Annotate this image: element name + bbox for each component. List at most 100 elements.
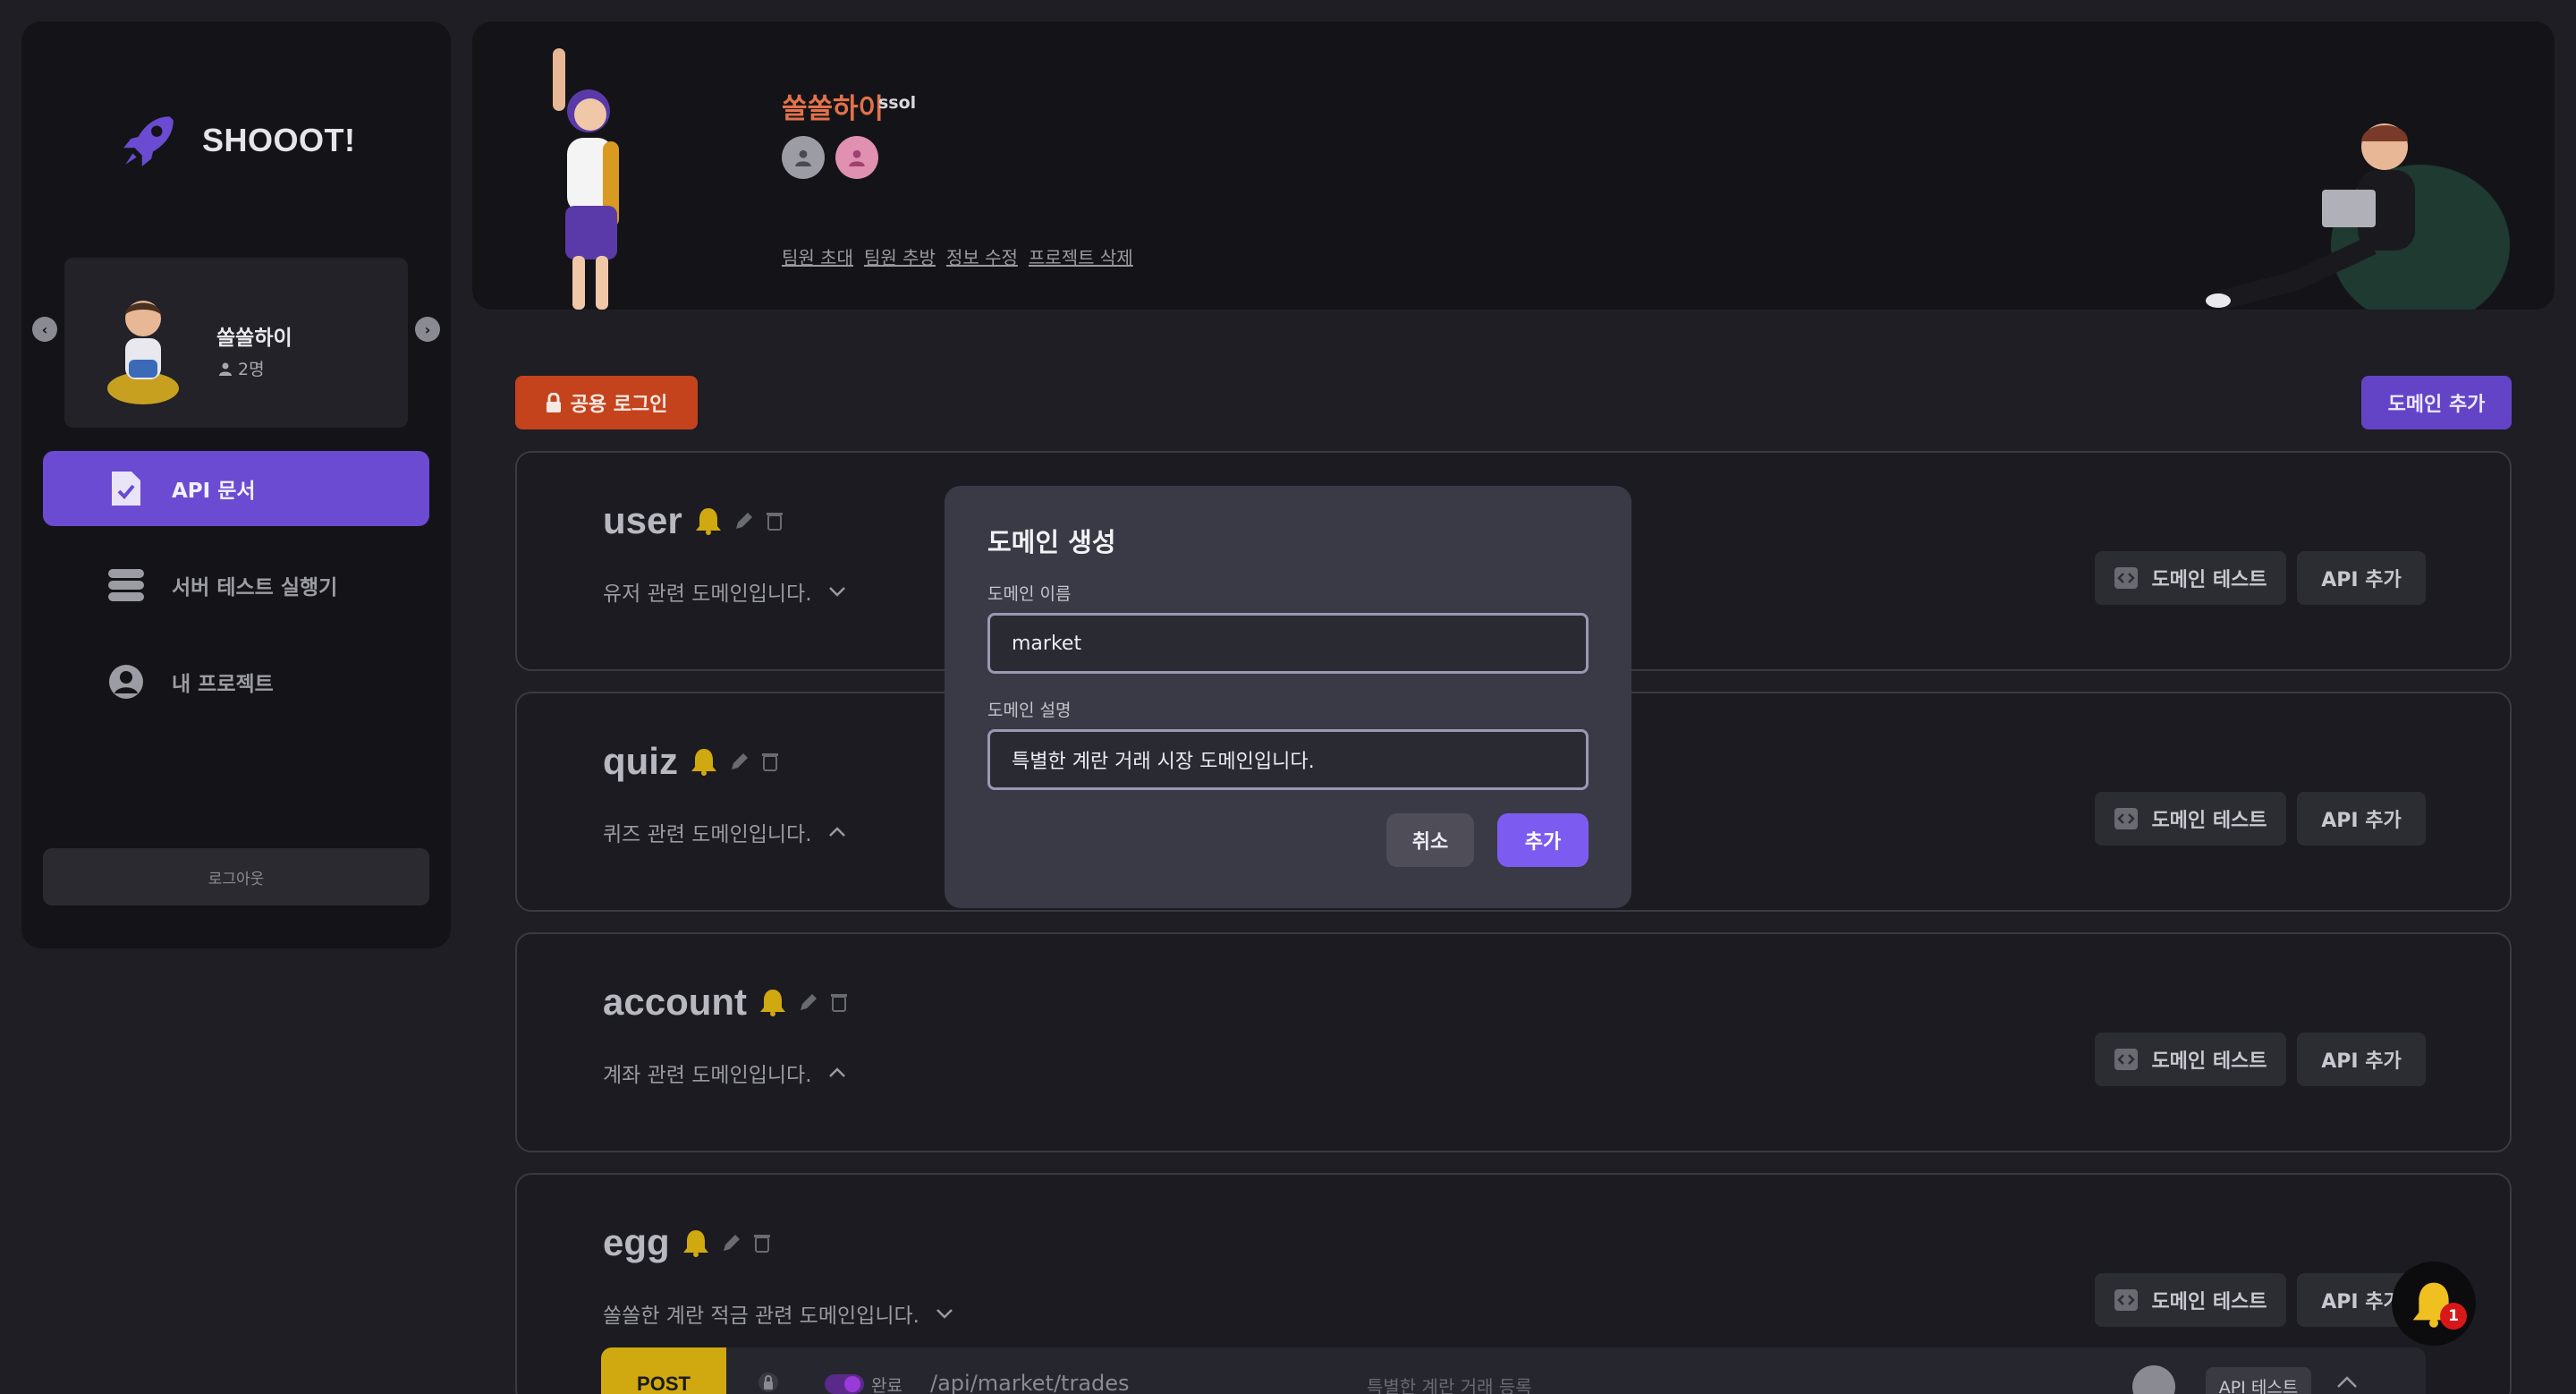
app-logo[interactable]: SHOOOT!: [120, 111, 356, 170]
lock-icon: [758, 1373, 778, 1392]
team-next-button[interactable]: ›: [415, 317, 440, 342]
bell-icon[interactable]: [759, 988, 786, 1016]
domain-card: account 계좌 관련 도메인입니다. 도메인 테스트 API 추가: [515, 932, 2512, 1152]
domain-test-label: 도메인 테스트: [2151, 810, 2267, 832]
chevron-down-icon: [936, 1309, 953, 1319]
nav-item-api-docs[interactable]: API 문서: [43, 451, 429, 526]
team-member-count: 2명: [218, 356, 265, 380]
chevron-up-icon: [828, 827, 845, 837]
domain-desc-label: 도메인 설명: [987, 701, 1072, 720]
project-header: 쏠쏠하이 ssol 팀원 초대 팀원 추방 정보 수정 프로젝트 삭제: [472, 21, 2555, 310]
nav-item-server-test[interactable]: 서버 테스트 실행기: [43, 548, 429, 623]
domain-description-text: 계좌 관련 도메인입니다.: [603, 1064, 812, 1087]
add-api-button[interactable]: API 추가: [2297, 792, 2426, 846]
domain-name: quiz: [603, 740, 678, 782]
shared-login-button[interactable]: 공용 로그인: [515, 376, 698, 429]
person-icon: [219, 362, 232, 376]
lock-icon: [546, 393, 561, 412]
domain-name: account: [603, 981, 748, 1023]
sidebar: SHOOOT! ‹ › 쏠쏠하이 2명 API 문서 서버 테스트 실행기 내 …: [21, 21, 451, 948]
chevron-left-icon: ‹: [41, 320, 48, 338]
server-icon: [107, 566, 145, 604]
character-illustration-left: [553, 48, 619, 310]
domain-test-button[interactable]: 도메인 테스트: [2095, 1033, 2286, 1086]
domain-description-text: 쏠쏠한 계란 적금 관련 도메인입니다.: [603, 1305, 919, 1328]
nav-item-label: API 문서: [172, 480, 256, 503]
domain-description[interactable]: 퀴즈 관련 도메인입니다.: [603, 817, 846, 847]
domain-title-row: egg: [603, 1221, 770, 1264]
cancel-button[interactable]: 취소: [1386, 813, 1474, 867]
invite-member-link[interactable]: 팀원 초대: [782, 243, 853, 269]
chevron-up-icon[interactable]: [2336, 1376, 2358, 1389]
code-icon: [2114, 1289, 2139, 1311]
api-row[interactable]: POST 완료 /api/market/trades 특별한 계란 거래 등록 …: [601, 1347, 2426, 1394]
pencil-icon[interactable]: [722, 1233, 741, 1253]
domain-description[interactable]: 계좌 관련 도메인입니다.: [603, 1058, 846, 1088]
domain-test-button[interactable]: 도메인 테스트: [2095, 551, 2286, 605]
team-name: 쏠쏠하이: [216, 327, 292, 350]
domain-desc-input[interactable]: 특별한 계란 거래 시장 도메인입니다.: [987, 729, 1589, 790]
api-test-button[interactable]: API 테스트: [2206, 1367, 2311, 1394]
bell-icon[interactable]: [682, 1228, 709, 1257]
domain-title-row: quiz: [603, 740, 778, 783]
domain-test-button[interactable]: 도메인 테스트: [2095, 1273, 2286, 1327]
domain-test-label: 도메인 테스트: [2151, 569, 2267, 591]
pencil-icon[interactable]: [799, 992, 818, 1012]
document-check-icon: [107, 470, 145, 507]
domain-test-button[interactable]: 도메인 테스트: [2095, 792, 2286, 846]
code-icon: [2114, 808, 2139, 829]
team-avatar: [107, 301, 179, 404]
api-description: 특별한 계란 거래 등록: [1367, 1376, 1532, 1394]
chevron-up-icon: [828, 1067, 845, 1077]
chevron-right-icon: ›: [424, 320, 431, 338]
app-logo-text: SHOOOT!: [202, 122, 356, 158]
domain-description[interactable]: 쏠쏠한 계란 적금 관련 도메인입니다.: [603, 1298, 953, 1329]
nav-item-label: 서버 테스트 실행기: [172, 576, 338, 599]
shared-login-label: 공용 로그인: [570, 394, 668, 416]
trash-icon[interactable]: [753, 1233, 770, 1253]
member-avatar[interactable]: [835, 136, 878, 179]
character-illustration-right: [2206, 123, 2510, 310]
edit-info-link[interactable]: 정보 수정: [946, 243, 1018, 269]
code-icon: [2114, 567, 2139, 589]
notification-button[interactable]: [2392, 1262, 2476, 1346]
add-api-button[interactable]: API 추가: [2297, 1033, 2426, 1086]
rocket-icon: [123, 116, 174, 166]
domain-test-label: 도메인 테스트: [2151, 1050, 2267, 1073]
pencil-icon[interactable]: [730, 752, 750, 771]
chevron-down-icon: [828, 587, 845, 597]
person-icon: [795, 149, 811, 166]
project-actions: 팀원 초대 팀원 추방 정보 수정 프로젝트 삭제: [782, 243, 1133, 269]
bell-icon[interactable]: [695, 506, 722, 535]
pencil-icon[interactable]: [734, 511, 754, 531]
assignee-avatar[interactable]: [2132, 1365, 2175, 1394]
status-label: 완료: [871, 1376, 902, 1394]
nav-item-my-project[interactable]: 내 프로젝트: [43, 644, 429, 719]
team-card[interactable]: 쏠쏠하이 2명: [64, 258, 408, 428]
domain-description[interactable]: 유저 관련 도메인입니다.: [603, 576, 846, 607]
add-api-button[interactable]: API 추가: [2297, 551, 2426, 605]
trash-icon[interactable]: [831, 992, 848, 1012]
modal-title: 도메인 생성: [987, 527, 1116, 557]
logout-button[interactable]: 로그아웃: [43, 848, 429, 905]
person-icon: [849, 149, 865, 166]
submit-button[interactable]: 추가: [1497, 813, 1589, 867]
delete-project-link[interactable]: 프로젝트 삭제: [1029, 243, 1133, 269]
trash-icon[interactable]: [766, 511, 783, 531]
domain-name-input[interactable]: market: [987, 613, 1589, 674]
domain-name: user: [603, 499, 682, 541]
member-avatar[interactable]: [782, 136, 825, 179]
add-domain-button[interactable]: 도메인 추가: [2361, 376, 2512, 429]
project-name: 쏠쏠하이: [782, 93, 885, 125]
bell-icon[interactable]: [691, 747, 717, 776]
method-badge: POST: [601, 1347, 726, 1394]
status-toggle[interactable]: [825, 1374, 864, 1394]
user-circle-icon: [107, 663, 145, 701]
team-member-count-text: 2명: [238, 360, 265, 379]
remove-member-link[interactable]: 팀원 추방: [864, 243, 936, 269]
domain-test-label: 도메인 테스트: [2151, 1291, 2267, 1313]
trash-icon[interactable]: [761, 752, 778, 771]
domain-title-row: user: [603, 499, 783, 542]
team-prev-button[interactable]: ‹: [32, 317, 57, 342]
create-domain-modal: 도메인 생성 도메인 이름 market 도메인 설명 특별한 계란 거래 시장…: [945, 486, 1631, 908]
